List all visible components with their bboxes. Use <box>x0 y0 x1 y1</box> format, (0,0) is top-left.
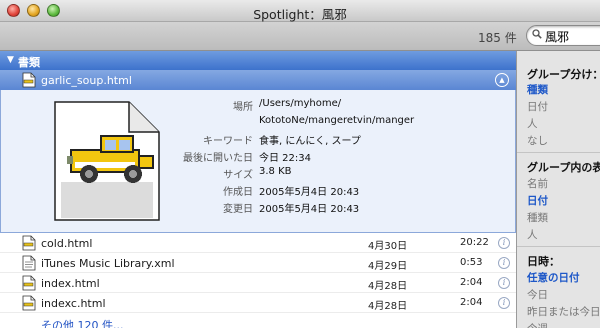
sort-option-people[interactable]: 人 <box>527 227 538 242</box>
result-row[interactable]: iTunes Music Library.xml 4月29日 0:53 i <box>0 253 516 273</box>
info-icon[interactable]: i <box>498 257 510 269</box>
selected-result-row[interactable]: garlic_soup.html ▲ <box>0 70 516 90</box>
result-time: 2:04 <box>460 277 483 288</box>
xml-document-icon <box>22 255 36 271</box>
meta-row-modified: 変更日 2005年5月4日 20:43 <box>223 204 360 215</box>
group-by-option-people[interactable]: 人 <box>527 116 538 131</box>
disclosure-triangle-icon[interactable]: ▼ <box>7 55 14 65</box>
window-title: Spotlight：風邪 <box>253 7 347 22</box>
meta-row-location: 場所 /Users/myhome/ <box>233 98 342 113</box>
result-date: 4月29日 <box>368 261 408 272</box>
meta-row-location-cont: KototoNe/mangeretvin/manger <box>259 115 415 126</box>
meta-row-last-opened: 最後に開いた日 今日 22:34 <box>183 153 311 164</box>
html-document-icon <box>22 275 36 291</box>
search-icon <box>532 29 542 39</box>
search-input[interactable]: 風邪 <box>545 28 569 45</box>
date-option-any[interactable]: 任意の日付 <box>527 270 580 285</box>
show-more-link[interactable]: その他 120 件... <box>41 317 123 328</box>
metadata-list: 場所 /Users/myhome/ KototoNe/mangeretvin/m… <box>169 98 509 217</box>
meta-row-size: サイズ 3.8 KB <box>223 166 292 181</box>
collapse-up-icon[interactable]: ▲ <box>495 73 509 87</box>
group-by-option-none[interactable]: なし <box>527 133 548 148</box>
meta-row-created: 作成日 2005年5月4日 20:43 <box>223 187 360 198</box>
result-name: index.html <box>41 277 100 290</box>
date-option-yesterday-or-today[interactable]: 昨日または今日 <box>527 304 600 319</box>
sort-option-name[interactable]: 名前 <box>527 176 548 191</box>
result-name: cold.html <box>41 237 93 250</box>
date-option-today[interactable]: 今日 <box>527 287 548 302</box>
result-detail-panel: 場所 /Users/myhome/ KototoNe/mangeretvin/m… <box>0 90 516 233</box>
sort-option-date[interactable]: 日付 <box>527 193 548 208</box>
info-icon[interactable]: i <box>498 297 510 309</box>
document-preview-icon <box>54 101 160 221</box>
group-by-option-date[interactable]: 日付 <box>527 99 548 114</box>
filter-sidebar: グループ分け： 種類 日付 人 なし グループ内の表 名前 日付 種類 人 日時… <box>517 51 600 328</box>
group-title: 書類 <box>18 56 40 69</box>
result-name: indexc.html <box>41 297 106 310</box>
result-date: 4月28日 <box>368 281 408 292</box>
result-time: 0:53 <box>460 257 483 268</box>
date-filter-title: 日時： <box>527 255 560 268</box>
group-header[interactable]: ▼ 書類 <box>0 51 516 70</box>
html-document-icon <box>22 295 36 311</box>
sort-option-kind[interactable]: 種類 <box>527 210 548 225</box>
date-option-this-week[interactable]: 今週 <box>527 321 548 328</box>
result-name: garlic_soup.html <box>41 74 132 87</box>
result-time: 2:04 <box>460 297 483 308</box>
group-by-title: グループ分け： <box>527 68 600 81</box>
result-row[interactable]: index.html 4月28日 2:04 i <box>0 273 516 293</box>
result-date: 4月28日 <box>368 301 408 312</box>
result-row[interactable]: indexc.html 4月28日 2:04 i <box>0 293 516 313</box>
results-list: ▼ 書類 garlic_soup.html ▲ 場所 /Users/myhome… <box>0 51 516 328</box>
info-icon[interactable]: i <box>498 277 510 289</box>
sidebar-divider <box>517 152 600 153</box>
result-name: iTunes Music Library.xml <box>41 257 175 270</box>
result-row[interactable]: cold.html 4月30日 20:22 i <box>0 233 516 253</box>
meta-row-keywords: キーワード 食事, にんにく, スープ <box>203 136 361 147</box>
info-icon[interactable]: i <box>498 237 510 249</box>
search-field[interactable]: 風邪 <box>526 25 600 46</box>
sort-title: グループ内の表 <box>527 161 600 174</box>
result-time: 20:22 <box>460 237 489 248</box>
group-by-option-kind[interactable]: 種類 <box>527 82 548 97</box>
sidebar-divider <box>517 246 600 247</box>
title-bar[interactable]: Spotlight：風邪 <box>0 0 600 22</box>
toolbar: 185 件 風邪 <box>0 22 600 51</box>
result-count: 185 件 <box>478 31 517 45</box>
html-document-icon <box>22 235 36 251</box>
result-date: 4月30日 <box>368 241 408 252</box>
html-document-icon <box>22 72 36 88</box>
